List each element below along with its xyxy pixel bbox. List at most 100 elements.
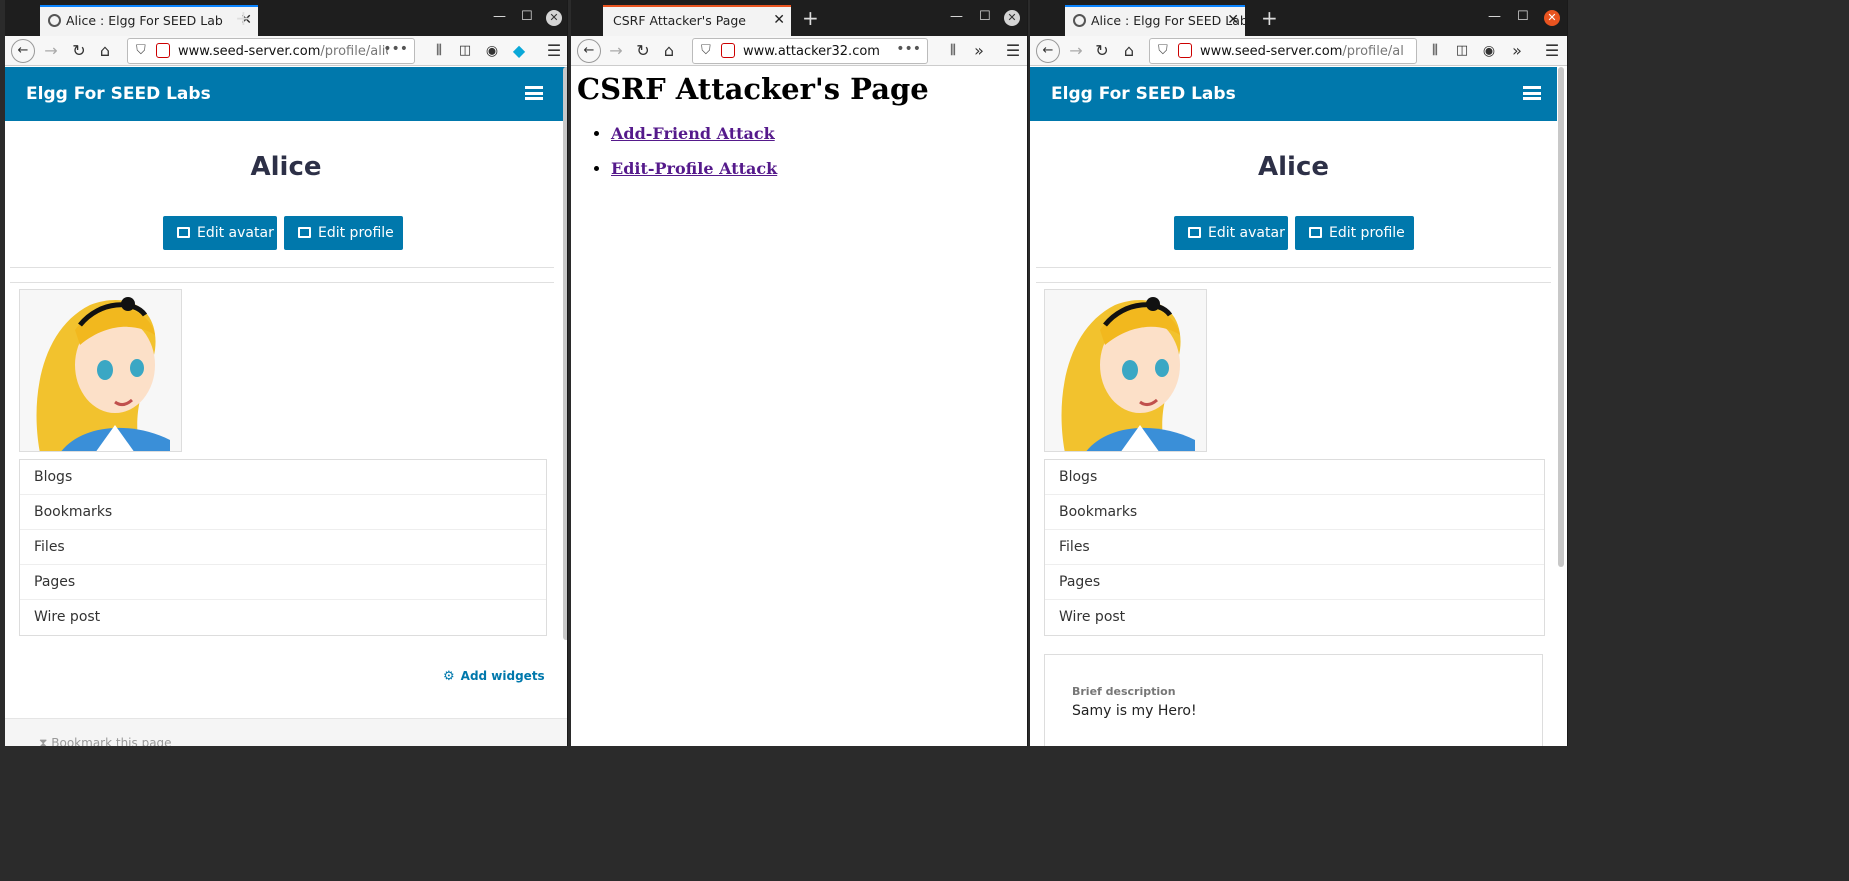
- edit-profile-button[interactable]: Edit profile: [1295, 216, 1414, 250]
- edit-avatar-button[interactable]: Edit avatar: [1174, 216, 1288, 250]
- menu-item-blogs[interactable]: Blogs: [20, 460, 546, 495]
- menu-item-bookmarks[interactable]: Bookmarks: [20, 495, 546, 530]
- tab-title: CSRF Attacker's Page: [613, 13, 746, 28]
- menu-item-pages[interactable]: Pages: [20, 565, 546, 600]
- edit-profile-attack-link[interactable]: Edit-Profile Attack: [611, 159, 777, 178]
- forward-button[interactable]: →: [604, 39, 628, 63]
- back-button[interactable]: ←: [577, 39, 601, 63]
- tab-bar: CSRF Attacker's Page ✕ + — ☐ ✕: [571, 0, 1027, 36]
- shield-icon: ⛉: [1158, 43, 1168, 58]
- back-button[interactable]: ←: [1036, 39, 1060, 63]
- site-brand[interactable]: Elgg For SEED Labs: [26, 84, 211, 104]
- scrollbar[interactable]: [563, 67, 567, 640]
- bookmark-icon: ⧗: [39, 736, 48, 746]
- new-tab-button[interactable]: +: [1261, 5, 1278, 31]
- insecure-lock-icon: [721, 43, 735, 58]
- overflow-icon[interactable]: »: [967, 39, 991, 63]
- maximize-button[interactable]: ☐: [1517, 9, 1529, 24]
- url-text: www.attacker32.com: [743, 44, 880, 59]
- menu-icon[interactable]: ☰: [1001, 39, 1025, 63]
- menu-item-bookmarks[interactable]: Bookmarks: [1045, 495, 1544, 530]
- profile-menu: Blogs Bookmarks Files Pages Wire post: [19, 459, 547, 636]
- add-friend-attack-link[interactable]: Add-Friend Attack: [611, 124, 775, 143]
- forward-button[interactable]: →: [39, 39, 63, 63]
- tab-title: Alice : Elgg For SEED Lab: [66, 13, 223, 28]
- sidebar-icon[interactable]: ◫: [453, 39, 477, 63]
- menu-item-files[interactable]: Files: [20, 530, 546, 565]
- close-window-button[interactable]: ✕: [1544, 10, 1560, 26]
- overflow-icon[interactable]: »: [1505, 39, 1529, 63]
- extension-icon[interactable]: ◆: [507, 39, 531, 63]
- menu-item-blogs[interactable]: Blogs: [1045, 460, 1544, 495]
- maximize-button[interactable]: ☐: [979, 9, 991, 24]
- maximize-button[interactable]: ☐: [521, 9, 533, 24]
- menu-item-files[interactable]: Files: [1045, 530, 1544, 565]
- hamburger-menu-icon[interactable]: [1523, 86, 1541, 100]
- tab-bar: Alice : Elgg For SEED Lab ✕ + — ☐ ✕: [5, 0, 567, 36]
- url-bar[interactable]: ⛉ www.seed-server.com/profile/al: [1149, 38, 1417, 64]
- minimize-button[interactable]: —: [493, 9, 506, 24]
- menu-icon[interactable]: ☰: [542, 39, 566, 63]
- close-tab-icon[interactable]: ✕: [1227, 7, 1239, 34]
- scrollbar[interactable]: [1558, 67, 1564, 567]
- browser-window-left: Alice : Elgg For SEED Lab ✕ + — ☐ ✕ ← → …: [5, 0, 568, 746]
- library-icon[interactable]: ⫼: [427, 39, 451, 63]
- tab-alice-profile[interactable]: Alice : Elgg For SEED Lab ✕: [40, 5, 258, 36]
- home-button[interactable]: ⌂: [1117, 39, 1141, 63]
- favicon-icon: [48, 14, 61, 27]
- reload-button[interactable]: ↻: [67, 39, 91, 63]
- favicon-icon: [1073, 14, 1086, 27]
- browser-window-right: Alice : Elgg For SEED Lab ✕ + — ☐ ✕ ← → …: [1030, 0, 1568, 746]
- gear-icon: ⚙: [443, 669, 455, 684]
- url-bar[interactable]: ⛉ www.seed-server.com/profile/alice •••: [127, 38, 415, 64]
- menu-item-wire-post[interactable]: Wire post: [20, 600, 546, 635]
- page-title: CSRF Attacker's Page: [577, 72, 929, 106]
- divider: [10, 267, 554, 268]
- add-widgets-link[interactable]: ⚙ Add widgets: [443, 669, 545, 684]
- close-window-button[interactable]: ✕: [1004, 10, 1020, 26]
- menu-item-pages[interactable]: Pages: [1045, 565, 1544, 600]
- new-tab-button[interactable]: +: [235, 5, 252, 31]
- shield-icon: ⛉: [701, 43, 711, 58]
- new-tab-button[interactable]: +: [802, 5, 819, 31]
- account-icon[interactable]: ◉: [480, 39, 504, 63]
- reload-button[interactable]: ↻: [631, 39, 655, 63]
- sidebar-icon[interactable]: ◫: [1450, 39, 1474, 63]
- close-window-button[interactable]: ✕: [546, 10, 562, 26]
- menu-item-wire-post[interactable]: Wire post: [1045, 600, 1544, 635]
- url-text: www.seed-server.com/profile/al: [1200, 44, 1404, 59]
- menu-icon[interactable]: ☰: [1540, 39, 1564, 63]
- page-actions-icon[interactable]: •••: [896, 41, 921, 57]
- reload-button[interactable]: ↻: [1090, 39, 1114, 63]
- url-bar[interactable]: ⛉ www.attacker32.com •••: [692, 38, 928, 64]
- forward-button[interactable]: →: [1064, 39, 1088, 63]
- url-text: www.seed-server.com/profile/alice: [178, 44, 388, 59]
- divider: [1036, 267, 1551, 268]
- library-icon[interactable]: ⫼: [941, 39, 965, 63]
- bookmark-page-link[interactable]: ⧗ Bookmark this page: [39, 736, 172, 746]
- close-tab-icon[interactable]: ✕: [773, 7, 785, 34]
- avatar[interactable]: [19, 289, 182, 452]
- tab-attacker-page[interactable]: CSRF Attacker's Page ✕: [603, 5, 791, 36]
- site-brand[interactable]: Elgg For SEED Labs: [1051, 84, 1236, 104]
- edit-avatar-button[interactable]: Edit avatar: [163, 216, 277, 250]
- profile-name: Alice: [250, 152, 322, 182]
- account-icon[interactable]: ◉: [1477, 39, 1501, 63]
- page-actions-icon[interactable]: •••: [383, 41, 408, 57]
- minimize-button[interactable]: —: [1488, 9, 1501, 24]
- hamburger-menu-icon[interactable]: [525, 86, 543, 100]
- edit-profile-button[interactable]: Edit profile: [284, 216, 403, 250]
- minimize-button[interactable]: —: [950, 9, 963, 24]
- alice-avatar-image: [20, 290, 181, 451]
- brief-description-widget: Brief description Samy is my Hero!: [1044, 654, 1543, 746]
- home-button[interactable]: ⌂: [93, 39, 117, 63]
- brief-description-label: Brief description: [1072, 685, 1176, 698]
- avatar[interactable]: [1044, 289, 1207, 452]
- back-button[interactable]: ←: [11, 39, 35, 63]
- tab-alice-profile[interactable]: Alice : Elgg For SEED Lab ✕: [1065, 5, 1245, 36]
- id-card-icon: [298, 227, 311, 238]
- browser-window-middle: CSRF Attacker's Page ✕ + — ☐ ✕ ← → ↻ ⌂ ⛉…: [571, 0, 1028, 746]
- home-button[interactable]: ⌂: [657, 39, 681, 63]
- library-icon[interactable]: ⫼: [1423, 39, 1447, 63]
- alice-avatar-image: [1045, 290, 1206, 451]
